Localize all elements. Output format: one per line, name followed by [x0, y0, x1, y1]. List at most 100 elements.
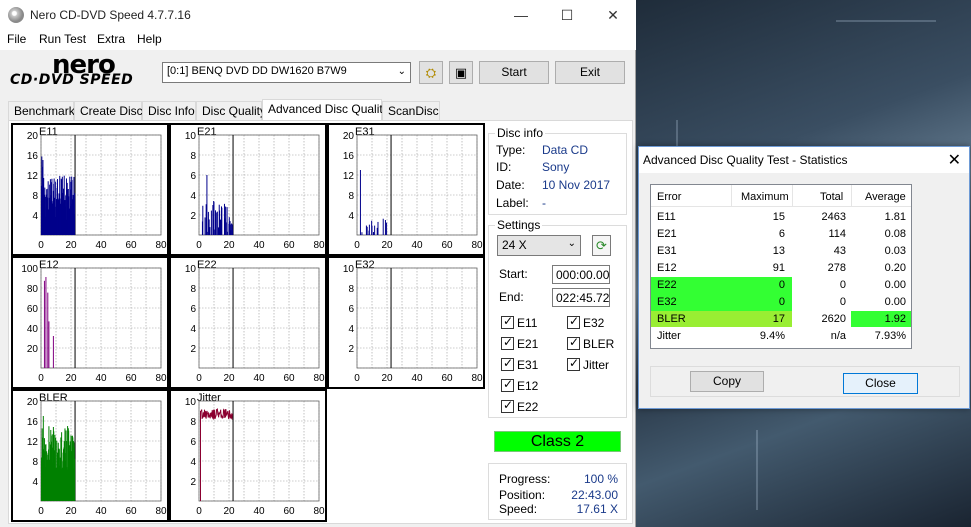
x-tick-label: 60 [125, 506, 137, 517]
cell-maximum: 6 [778, 228, 785, 240]
checkbox-e12[interactable]: E12 [501, 377, 538, 393]
menu-extra[interactable]: Extra [97, 32, 125, 46]
checkmark-icon [567, 314, 580, 329]
cell-average: 0.03 [884, 245, 906, 257]
y-tick-label: 4 [190, 457, 196, 468]
checkbox-e31-label: E31 [517, 358, 539, 372]
header-average: Average [865, 191, 906, 203]
graph-title: E12 [39, 259, 59, 271]
x-tick-label: 0 [38, 373, 44, 384]
save-button[interactable]: ▣ [449, 61, 473, 84]
x-tick-label: 80 [471, 373, 483, 384]
speed-select[interactable]: 24 X ⌄ [497, 235, 581, 256]
cell-total: 2620 [821, 313, 846, 325]
x-tick-label: 20 [381, 240, 393, 251]
x-tick-label: 80 [471, 240, 483, 251]
y-tick-label: 16 [343, 151, 355, 162]
cd-icon [8, 7, 24, 23]
x-tick-label: 0 [38, 240, 44, 251]
y-tick-label: 2 [190, 344, 196, 355]
checkbox-e22-label: E22 [517, 400, 539, 414]
y-tick-label: 8 [348, 284, 354, 295]
cell-maximum: 0 [778, 296, 785, 308]
checkbox-bler[interactable]: BLER [567, 335, 614, 351]
cell-error: E32 [657, 296, 677, 308]
end-time-label: End: [499, 290, 524, 304]
tab-benchmark[interactable]: Benchmark [8, 101, 75, 120]
date-label: Date: [496, 178, 525, 192]
cell-average: 1.92 [884, 313, 906, 325]
tab-disc-info[interactable]: Disc Info [142, 101, 196, 120]
checkbox-e11[interactable]: E11 [501, 314, 537, 330]
drive-info-button[interactable]: ⛭ [419, 61, 443, 84]
checkbox-e22[interactable]: E22 [501, 398, 539, 414]
tab-advanced-disc-quality[interactable]: Advanced Disc Quality [262, 99, 389, 120]
label-value: - [542, 196, 546, 210]
minimize-button[interactable]: — [498, 0, 544, 30]
checkbox-e31[interactable]: E31 [501, 356, 539, 372]
refresh-button[interactable]: ⟳ [592, 235, 611, 256]
graph-title: E11 [39, 126, 58, 138]
table-row: E31 13 43 0.03 [651, 243, 913, 260]
checkbox-jitter[interactable]: Jitter [567, 356, 609, 372]
menu-help[interactable]: Help [137, 32, 162, 46]
x-tick-label: 20 [223, 373, 235, 384]
checkmark-icon [501, 356, 514, 371]
cell-maximum: 15 [772, 211, 785, 223]
maximize-button[interactable]: ☐ [544, 0, 590, 30]
dialog-close-icon[interactable]: ✕ [948, 150, 961, 170]
drive-select[interactable]: [0:1] BENQ DVD DD DW1620 B7W9 ⌄ [162, 62, 411, 83]
tab-scandisc[interactable]: ScanDisc [382, 101, 440, 120]
checkbox-e32[interactable]: E32 [567, 314, 604, 330]
chevron-down-icon: ⌄ [397, 66, 406, 77]
x-tick-label: 20 [65, 506, 77, 517]
speed-select-value: 24 X [502, 238, 527, 252]
y-tick-label: 6 [190, 171, 196, 182]
cell-maximum: 0 [778, 279, 785, 291]
dialog-close-button[interactable]: Close [843, 373, 918, 394]
x-tick-label: 60 [283, 240, 295, 251]
checkmark-icon [501, 398, 514, 413]
y-tick-label: 2 [190, 211, 196, 222]
exit-button[interactable]: Exit [555, 61, 625, 84]
chevron-down-icon: ⌄ [567, 238, 576, 249]
start-time-label: Start: [499, 267, 528, 281]
y-tick-label: 2 [190, 477, 196, 488]
start-button[interactable]: Start [479, 61, 549, 84]
checkmark-icon [501, 314, 514, 329]
tab-create-disc[interactable]: Create Disc [74, 101, 143, 120]
drive-select-value: [0:1] BENQ DVD DD DW1620 B7W9 [167, 65, 347, 77]
graph-jitter: Jitter 10 8 6 4 2 0 20 40 60 80 [169, 389, 327, 522]
progress-group: Progress: 100 % Position: 22:43.00 Speed… [488, 463, 627, 520]
menu-file[interactable]: File [7, 32, 26, 46]
table-row: E12 91 278 0.20 [651, 260, 913, 277]
menu-run-test[interactable]: Run Test [39, 32, 86, 46]
table-row: E32 0 0 0.00 [651, 294, 913, 311]
type-label: Type: [496, 143, 526, 157]
start-time-field[interactable]: 000:00.00 [552, 265, 610, 284]
x-tick-label: 0 [196, 373, 202, 384]
copy-button[interactable]: Copy [690, 371, 764, 392]
checkmark-icon [501, 335, 514, 350]
label-label: Label: [496, 196, 529, 210]
checkmark-icon [567, 356, 580, 371]
statistics-table: Error Maximum Total Average E11 15 2463 1.8… [650, 184, 912, 349]
cell-total: 2463 [821, 211, 846, 223]
dialog-title: Advanced Disc Quality Test - Statistics [643, 153, 848, 167]
y-tick-label: 8 [190, 151, 196, 162]
checkbox-e21[interactable]: E21 [501, 335, 538, 351]
graph-title: E21 [197, 126, 217, 138]
drive-icon: ⛭ [425, 65, 437, 80]
y-tick-label: 20 [27, 131, 39, 142]
tab-disc-quality[interactable]: Disc Quality [196, 101, 266, 120]
x-tick-label: 0 [354, 240, 360, 251]
x-tick-label: 80 [313, 240, 325, 251]
end-time-field[interactable]: 022:45.72 [552, 288, 610, 307]
disc-info-group: Disc info Type: Data CD ID: Sony Date: 1… [488, 126, 627, 215]
class-badge: Class 2 [494, 431, 621, 452]
close-button[interactable]: ✕ [590, 0, 636, 30]
floppy-disk-icon: ▣ [454, 65, 468, 80]
menu-bar: File Run Test Extra Help [0, 30, 636, 50]
x-tick-label: 60 [283, 373, 295, 384]
y-tick-label: 4 [348, 211, 354, 222]
